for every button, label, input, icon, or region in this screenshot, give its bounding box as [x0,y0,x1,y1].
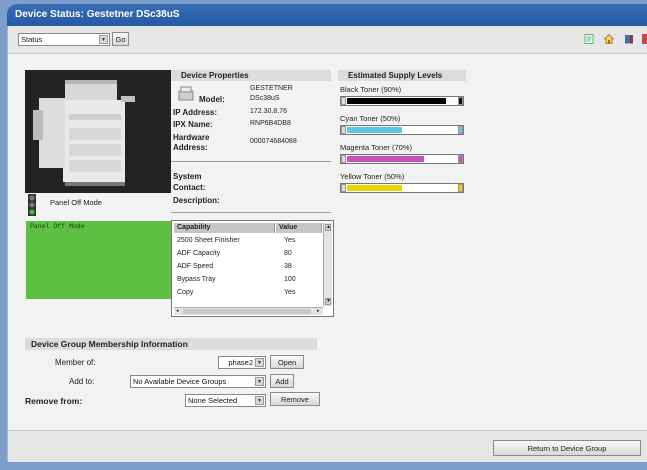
model-value: DSc38uS [250,95,280,102]
scroll-right-icon[interactable]: ▸ [317,309,321,314]
yellow-toner-label: Yellow Toner (50%) [340,172,405,181]
scroll-thumb[interactable] [183,309,311,314]
ip-value: 172.30.8.76 [250,108,287,115]
system-label: System [173,172,202,181]
main-panel: Status ▼ Go Panel Off Mode Panel Off Mod… [7,26,647,462]
divider [171,212,331,213]
address-label: Address: [173,143,208,152]
divider [171,161,331,162]
yellow-toner-fill [347,185,402,191]
remove-from-select[interactable]: None Selected ▼ [185,394,266,407]
remove-from-value: None Selected [188,396,238,405]
model-brand: GESTETNER [250,85,293,92]
ip-label: IP Address: [173,108,218,117]
open-button[interactable]: Open [270,355,304,369]
chevron-down-icon[interactable]: ▼ [255,358,264,367]
yellow-toner-bar [340,183,464,193]
value-col-header[interactable]: Value [276,223,322,233]
contact-label: Contact: [173,183,206,192]
table-row: ADF Speed [177,263,214,270]
black-toner-fill [347,98,446,104]
magenta-toner-bar [340,154,464,164]
description-label: Description: [173,196,220,205]
book-icon[interactable] [624,34,634,44]
model-label: Model: [199,95,225,104]
window-title: Device Status: Gestetner DSc38uS [7,4,647,26]
table-row: ADF Capacity [177,250,221,257]
membership-heading: Device Group Membership Information [25,338,317,350]
member-of-value: phase2 [228,358,253,367]
view-select-value: Status [21,35,43,44]
toolbar: Status ▼ Go [8,26,647,54]
remove-button[interactable]: Remove [270,392,320,406]
go-button[interactable]: Go [112,32,129,46]
scroll-down-icon[interactable]: ▼ [325,298,331,305]
return-to-device-group-button[interactable]: Return to Device Group [493,440,641,456]
chevron-down-icon[interactable]: ▼ [99,35,108,44]
add-to-select[interactable]: No Available Device Groups ▼ [130,375,266,388]
table-row: Copy [177,289,194,296]
table-row: 2500 Sheet Finisher [177,237,240,244]
traffic-light-icon [28,194,36,216]
panel-mode-label: Panel Off Mode [50,198,102,207]
hardware-value: 000074684088 [250,138,297,145]
footer-bar: Return to Device Group [8,430,647,462]
cyan-toner-bar [340,125,464,135]
scroll-up-icon[interactable]: ▲ [325,224,331,231]
cyan-toner-fill [347,127,402,133]
add-button[interactable]: Add [270,374,294,388]
device-properties-heading: Device Properties [171,70,331,81]
capability-col-header[interactable]: Capability [174,223,275,233]
supply-levels-heading: Estimated Supply Levels [338,70,466,81]
hardware-label: Hardware [173,133,210,142]
printer-icon [178,86,194,101]
black-toner-label: Black Toner (90%) [340,85,402,94]
add-to-label: Add to: [69,377,95,386]
magenta-toner-label: Magenta Toner (70%) [340,143,412,152]
cyan-toner-label: Cyan Toner (50%) [340,114,401,123]
scroll-left-icon[interactable]: ◂ [176,309,180,314]
device-image [25,70,171,193]
table-row: Bypass Tray [177,276,216,283]
black-toner-bar [340,96,464,106]
ipx-value: RNP6B4DB8 [250,120,291,127]
magenta-toner-fill [347,156,424,162]
view-select[interactable]: Status ▼ [18,33,110,46]
vertical-scrollbar[interactable]: ▲ ▼ [323,223,332,306]
capability-table[interactable]: Capability Value 2500 Sheet Finisher Yes… [171,220,334,317]
table-cell-value: 38 [284,263,292,270]
add-to-value: No Available Device Groups [133,377,227,386]
table-cell-value: Yes [284,289,296,296]
table-cell-value: Yes [284,237,296,244]
toolbar-icon-partial [642,34,647,44]
chevron-down-icon[interactable]: ▼ [255,377,264,386]
member-of-select[interactable]: phase2 ▼ [218,356,266,369]
table-cell-value: 80 [284,250,292,257]
horizontal-scrollbar[interactable]: ◂ ▸ [174,307,323,315]
chevron-down-icon[interactable]: ▼ [255,396,264,405]
table-cell-value: 100 [284,276,296,283]
panel-display: Panel Off Mode [26,221,172,299]
home-icon[interactable] [604,34,614,44]
remove-from-label: Remove from: [25,396,83,406]
page-icon[interactable] [584,34,594,44]
member-of-label: Member of: [55,358,96,367]
ipx-label: IPX Name: [173,120,213,129]
